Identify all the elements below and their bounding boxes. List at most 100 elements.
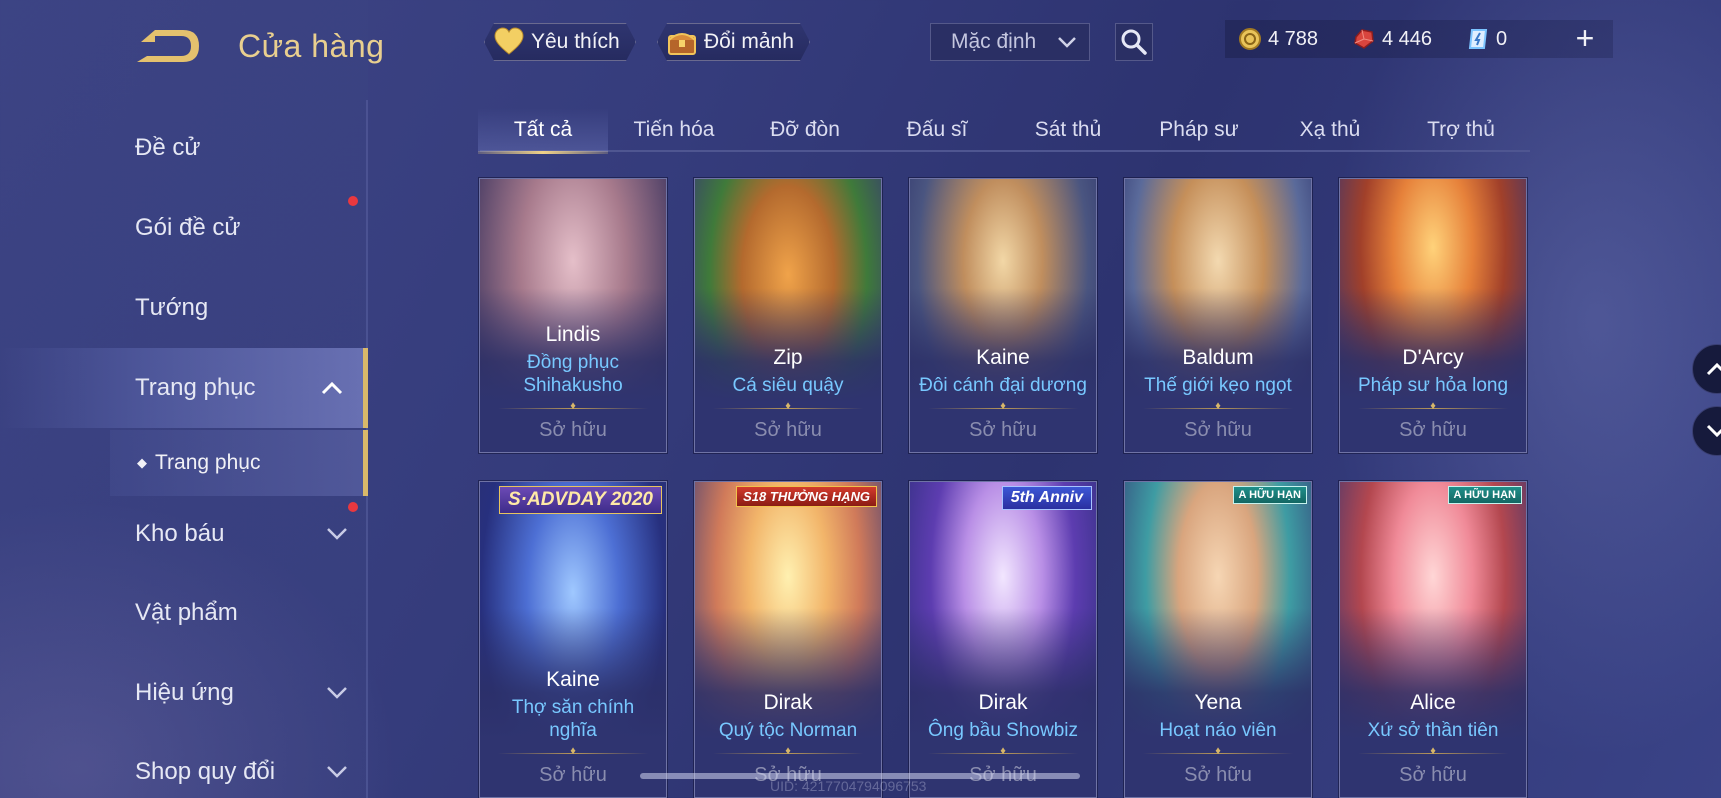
sidebar-item-recommended-packs[interactable]: Gói đề cử (0, 196, 368, 260)
limited-badge: A HỮU HẠN (1232, 486, 1307, 504)
skin-name: Thế giới kẹo ngọt (1144, 375, 1292, 396)
search-icon (1121, 29, 1147, 55)
tab-mage[interactable]: Pháp sư (1134, 108, 1264, 152)
skin-name: Hoạt náo viên (1159, 720, 1277, 741)
tab-all[interactable]: Tất cả (478, 108, 608, 154)
tab-marksman[interactable]: Xạ thủ (1265, 108, 1395, 152)
owned-status: Sở hữu (539, 419, 607, 441)
scroll-up-button[interactable] (1692, 344, 1721, 394)
ruby-gem-icon (1354, 29, 1374, 49)
chevron-down-icon (1058, 37, 1076, 48)
exchange-label: Đổi mảnh (704, 30, 794, 53)
gold-coin-icon (1239, 28, 1261, 50)
gold-amount: 4 788 (1268, 27, 1319, 50)
skin-name: Ông bầu Showbiz (928, 720, 1078, 741)
skin-card[interactable]: A HỮU HẠN Yena Hoạt náo viên Sở hữu (1124, 481, 1312, 798)
hero-name: Dirak (978, 691, 1028, 714)
skin-card[interactable]: A HỮU HẠN Alice Xứ sở thần tiên Sở hữu (1339, 481, 1527, 798)
hero-name: Dirak (763, 691, 813, 714)
chevron-down-icon (1706, 424, 1721, 438)
voucher-icon (1468, 29, 1488, 49)
chevron-up-icon (1706, 362, 1721, 376)
skin-card[interactable]: Zip Cá siêu quậy Sở hữu (694, 178, 882, 453)
owned-status: Sở hữu (754, 419, 822, 441)
hero-name: Kaine (546, 668, 600, 691)
favorites-label: Yêu thích (531, 30, 620, 53)
tab-support[interactable]: Trợ thủ (1396, 108, 1526, 152)
treasure-chest-icon (666, 26, 698, 58)
hero-name: Alice (1410, 691, 1456, 714)
search-button[interactable] (1115, 23, 1153, 61)
skin-name: Đồng phục Shihakusho (523, 352, 623, 396)
owned-status: Sở hữu (1184, 419, 1252, 441)
gold-currency: 4 788 (1238, 20, 1318, 58)
voucher-amount: 0 (1496, 27, 1508, 50)
sidebar-item-heroes[interactable]: Tướng (0, 276, 368, 340)
sidebar-item-label: Vật phẩm (135, 599, 238, 626)
sidebar-item-skins[interactable]: Trang phục (0, 348, 368, 428)
tab-label: Pháp sư (1159, 118, 1239, 141)
skin-name: Pháp sư hỏa long (1357, 375, 1509, 396)
tab-label: Trợ thủ (1427, 118, 1495, 141)
owned-status: Sở hữu (969, 419, 1037, 441)
add-currency-button[interactable]: + (1568, 22, 1602, 56)
limited-badge: A HỮU HẠN (1447, 486, 1522, 504)
chevron-down-icon (327, 766, 347, 778)
skin-card[interactable]: 5th Anniv Dirak Ông bầu Showbiz Sở hữu (909, 481, 1097, 798)
anniversary-badge: 5th Anniv (1001, 486, 1092, 510)
ruby-currency: 4 446 (1352, 20, 1432, 58)
hero-name: Zip (773, 346, 803, 369)
owned-status: Sở hữu (539, 764, 607, 786)
exchange-shards-button[interactable]: Đổi mảnh (657, 23, 810, 61)
sort-dropdown[interactable]: Mặc định (930, 23, 1090, 61)
sidebar-item-label: Đề cử (135, 134, 201, 161)
hero-name: Kaine (976, 346, 1030, 369)
skin-card[interactable]: S·ADVDAY 2020 Kaine Thợ săn chính nghĩa … (479, 481, 667, 798)
sidebar-item-label: Shop quy đổi (135, 758, 276, 785)
back-button[interactable] (133, 26, 207, 66)
skin-card[interactable]: Baldum Thế giới kẹo ngọt Sở hữu (1124, 178, 1312, 453)
skin-card[interactable]: D'Arcy Pháp sư hỏa long Sở hữu (1339, 178, 1527, 453)
sidebar-item-label: Tướng (135, 294, 209, 321)
notification-dot (348, 502, 358, 512)
tab-fighter[interactable]: Đấu sĩ (872, 108, 1002, 152)
chevron-down-icon (327, 528, 347, 540)
favorites-button[interactable]: Yêu thích (484, 23, 636, 61)
sidebar-subitem-skins[interactable]: ◆ Trang phục (110, 430, 368, 496)
tab-label: Tất cả (513, 118, 573, 141)
scroll-down-button[interactable] (1692, 406, 1721, 456)
tab-assassin[interactable]: Sát thủ (1003, 108, 1133, 152)
voucher-currency: 0 (1466, 20, 1507, 58)
sidebar-item-recommended[interactable]: Đề cử (0, 116, 368, 180)
skin-name: Đôi cánh đại dương (919, 375, 1087, 396)
tab-label: Xạ thủ (1299, 118, 1361, 141)
sidebar-item-label: Trang phục (135, 374, 256, 401)
tab-label: Tiến hóa (633, 118, 715, 141)
sidebar-item-treasure[interactable]: Kho báu (0, 502, 368, 566)
sidebar-item-exchange-shop[interactable]: Shop quy đổi (0, 740, 368, 798)
skin-name: Cá siêu quậy (732, 375, 844, 396)
event-badge: S·ADVDAY 2020 (498, 486, 662, 514)
chevron-down-icon (327, 687, 347, 699)
hero-name: D'Arcy (1402, 346, 1464, 369)
hero-name: Lindis (545, 323, 601, 346)
tab-label: Đỡ đòn (770, 118, 840, 141)
skin-card[interactable]: Kaine Đôi cánh đại dương Sở hữu (909, 178, 1097, 453)
skin-name: Xứ sở thần tiên (1367, 720, 1499, 741)
heart-icon (493, 26, 525, 58)
sidebar-item-label: Gói đề cử (135, 214, 241, 241)
page-title: Cửa hàng (238, 28, 385, 64)
hero-name: Baldum (1182, 346, 1254, 369)
sidebar-item-label: Kho báu (135, 520, 225, 547)
tab-tank[interactable]: Đỡ đòn (740, 108, 870, 152)
sidebar-item-items[interactable]: Vật phẩm (0, 581, 368, 645)
tab-evolution[interactable]: Tiến hóa (609, 108, 739, 152)
sidebar-item-effects[interactable]: Hiệu ứng (0, 661, 368, 725)
skin-card[interactable]: S18 THƯỞNG HẠNG Dirak Quý tộc Norman Sở … (694, 481, 882, 798)
owned-status: Sở hữu (1184, 764, 1252, 786)
hero-name: Yena (1194, 691, 1242, 714)
skin-name: Quý tộc Norman (718, 720, 858, 741)
skin-card[interactable]: Lindis Đồng phục Shihakusho Sở hữu (479, 178, 667, 453)
chevron-up-icon (321, 381, 343, 395)
sort-value: Mặc định (951, 30, 1037, 53)
